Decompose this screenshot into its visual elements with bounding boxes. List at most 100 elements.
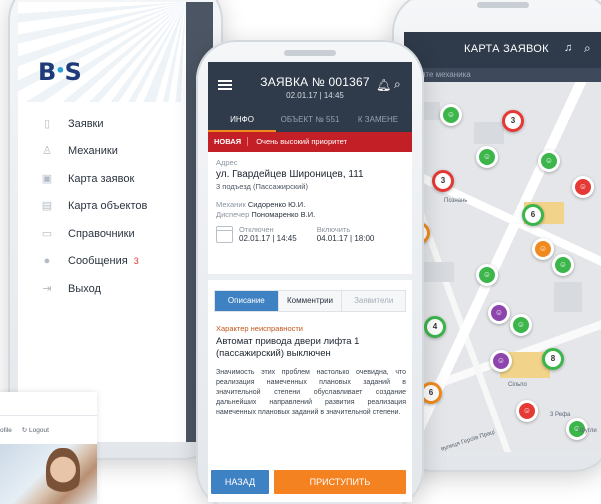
map-pin[interactable]: 8	[542, 348, 564, 370]
logout-link[interactable]: ↻ Logout	[22, 427, 49, 434]
map-label: Познань	[444, 198, 468, 204]
book-icon: ▭	[41, 227, 53, 240]
map-pin[interactable]: ☺	[552, 254, 574, 276]
map-pin[interactable]: 4	[424, 316, 446, 338]
request-screen: ЗАЯВКА № 001367 02.01.17 | 14:45 🔔︎ ⌕ ИН…	[208, 62, 412, 502]
search-icon[interactable]: ⌕	[584, 41, 591, 56]
mechanic-row: Механик Сидоренко Ю.И.	[216, 200, 306, 209]
priority-banner: НОВАЯ Очень высокий приоритет	[208, 132, 412, 152]
phone-speaker	[477, 2, 529, 8]
menu-rays-decoration	[18, 2, 186, 102]
map-pin[interactable]: 3	[502, 110, 524, 132]
map-block	[424, 262, 454, 282]
map-pin[interactable]: ☺	[538, 150, 560, 172]
request-details: Адрес ул. Гвардейцев Широницев, 111 3 по…	[216, 158, 406, 243]
map-label: вулиця Героїв Праці	[440, 429, 496, 452]
menu-item-label: Механики	[68, 145, 118, 158]
calendar-icon	[216, 225, 233, 243]
description-tabs: Описание Комментрии Заявители	[214, 290, 406, 312]
person-photo	[46, 448, 80, 496]
request-title: ЗАЯВКА № 001367	[260, 75, 370, 89]
menu-item-label: Заявки	[68, 117, 104, 130]
map-header: КАРТА ЗАЯВОК ♫ ⌕	[404, 32, 601, 68]
start-button[interactable]: ПРИСТУПИТЬ	[274, 470, 406, 494]
tab-object[interactable]: ОБЪЕКТ № 551	[276, 110, 344, 132]
map-pin[interactable]: ☺	[488, 302, 510, 324]
menu-item-label: Справочники	[68, 227, 135, 240]
map-pin[interactable]: ☺	[490, 350, 512, 372]
bell-icon[interactable]: 🔔︎	[376, 78, 391, 92]
request-header: ЗАЯВКА № 001367 02.01.17 | 14:45 🔔︎ ⌕	[208, 62, 412, 110]
map-label: Сільпо	[508, 382, 527, 388]
map-pin[interactable]: ☺	[510, 314, 532, 336]
map-pin[interactable]: ☺	[476, 264, 498, 286]
map-pin[interactable]: ☺	[440, 104, 462, 126]
map-pin[interactable]: ☺	[476, 146, 498, 168]
menu-item-directories[interactable]: ▭ Справочники	[18, 220, 186, 248]
fault-title: Автомат привода двери лифта 1 (пассажирс…	[216, 336, 360, 359]
map-pin[interactable]: ☺	[532, 238, 554, 260]
request-date: 02.01.17 | 14:45	[286, 91, 344, 100]
menu-item-label: Выход	[68, 282, 101, 295]
building-icon: ▤	[41, 200, 53, 213]
on-time: Включить 04.01.17 | 18:00	[316, 225, 375, 243]
map-block	[554, 282, 582, 312]
document-icon: ▯	[43, 117, 51, 130]
menu-item-request-map[interactable]: ▣ Карта заявок	[18, 165, 186, 193]
map-label: 3 Рефа	[550, 412, 571, 418]
map-pin[interactable]: 6	[522, 204, 544, 226]
dispatcher-row: Диспечер Пономаренко В.И.	[216, 210, 316, 219]
bell-icon[interactable]: ♫	[564, 42, 572, 54]
map-pin[interactable]: ☺	[572, 176, 594, 198]
map-pin[interactable]: 3	[432, 170, 454, 192]
map-view[interactable]: ☺ 3 ☺ ☺ 3 ☺ 6 6 ☺ ☺ ☺ ☺ 4 ☺ ☺ 8 6 ☺ ☺ По…	[404, 82, 601, 452]
fault-label: Характер неисправности	[216, 324, 303, 333]
priority-text: Очень высокий приоритет	[256, 137, 348, 146]
map-block	[474, 122, 504, 144]
menu-item-mechanics[interactable]: ♙ Механики	[18, 138, 186, 166]
web-header	[0, 392, 97, 416]
logout-icon: ↻	[21, 427, 28, 434]
search-icon[interactable]: ⌕	[394, 77, 401, 92]
hamburger-menu-icon[interactable]	[218, 80, 232, 90]
worker-icon: ♙	[42, 145, 52, 158]
menu-screen: B•S ▯ Заявки ♙ Механики ▣ Карта заявок ▤…	[18, 2, 213, 442]
menu-item-messages[interactable]: ● Сообщения 3	[18, 248, 186, 276]
fault-description: Значимость этих проблем настолько очевид…	[216, 369, 406, 416]
menu-phone: B•S ▯ Заявки ♙ Механики ▣ Карта заявок ▤…	[8, 0, 223, 460]
time-row: Отключен 02.01.17 | 14:45 Включить 04.01…	[216, 225, 406, 243]
exit-icon: ⇥	[42, 282, 52, 295]
menu-list: ▯ Заявки ♙ Механики ▣ Карта заявок ▤ Кар…	[18, 110, 186, 303]
status-badge: НОВАЯ	[214, 137, 249, 146]
back-button[interactable]: НАЗАД	[211, 470, 269, 494]
tab-description[interactable]: Описание	[215, 291, 279, 311]
map-screen: КАРТА ЗАЯВОК ♫ ⌕ ерите механика ☺ 3 ☺ ☺ …	[404, 32, 601, 452]
phone-speaker	[284, 50, 336, 56]
request-tabs: ИНФО ОБЪЕКТ № 551 К ЗАМЕНЕ	[208, 110, 412, 132]
profile-link[interactable]: ofile	[0, 427, 12, 434]
bs-logo: B•S	[38, 58, 82, 86]
menu-item-label: Карта заявок	[68, 172, 135, 185]
side-menu: B•S ▯ Заявки ♙ Механики ▣ Карта заявок ▤…	[18, 2, 186, 442]
address-label: Адрес	[216, 158, 238, 167]
menu-item-object-map[interactable]: ▤ Карта объектов	[18, 193, 186, 221]
menu-item-label: Сообщения	[68, 255, 128, 268]
fault-section: Характер неисправности Автомат привода д…	[216, 324, 406, 418]
tab-replacement[interactable]: К ЗАМЕНЕ	[344, 110, 412, 132]
menu-item-requests[interactable]: ▯ Заявки	[18, 110, 186, 138]
tab-applicants[interactable]: Заявители	[342, 291, 406, 311]
address-value: ул. Гвардейцев Широницев, 111	[216, 169, 364, 180]
web-user-links: ofile ↻ Logout	[0, 426, 49, 434]
map-title: КАРТА ЗАЯВОК	[464, 43, 549, 55]
tab-comments[interactable]: Комментрии	[278, 291, 343, 311]
map-label: Кругли	[578, 428, 597, 434]
map-pin[interactable]: ☺	[516, 400, 538, 422]
hero-photo	[0, 444, 97, 504]
off-time: Отключен 02.01.17 | 14:45	[239, 225, 297, 243]
mechanic-select[interactable]: ерите механика	[404, 68, 601, 82]
address-detail: 3 подъезд (Пассажирский)	[216, 182, 308, 191]
chat-icon: ●	[43, 255, 51, 268]
tab-info[interactable]: ИНФО	[208, 110, 276, 132]
messages-badge: 3	[133, 256, 139, 267]
menu-item-exit[interactable]: ⇥ Выход	[18, 275, 186, 303]
